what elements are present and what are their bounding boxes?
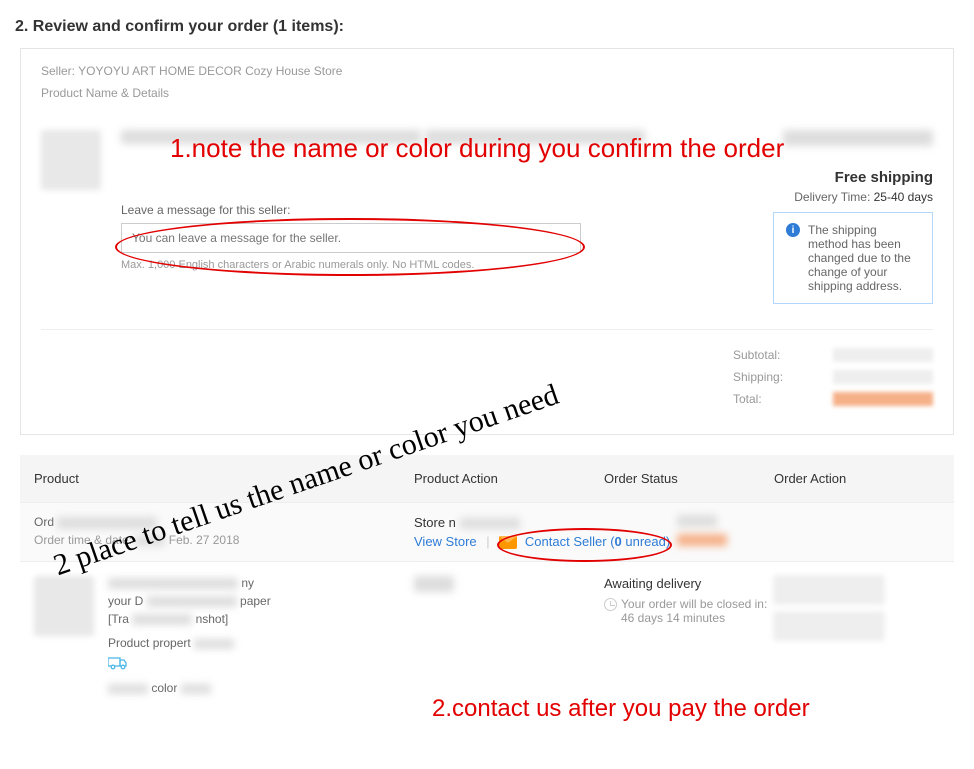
header-order-action: Order Action — [774, 471, 940, 486]
blurred-text — [181, 684, 211, 694]
delivery-time: Delivery Time: 25-40 days — [743, 190, 933, 204]
blurred-text — [108, 684, 148, 694]
text-fragment: paper — [240, 594, 271, 608]
page-title: 2. Review and confirm your order (1 item… — [0, 0, 974, 48]
action-button-blurred[interactable] — [774, 576, 884, 604]
clock-icon — [604, 598, 617, 611]
order-action-cell — [774, 576, 940, 648]
store-prefix: Store n — [414, 515, 456, 530]
subtotal-row: Subtotal: — [41, 348, 933, 362]
order-item-row: ny your D paper [Tra nshot] Product prop… — [20, 561, 954, 719]
info-icon: i — [786, 223, 800, 237]
blurred-text — [121, 130, 421, 144]
order-list: Product Product Action Order Status Orde… — [20, 455, 954, 719]
view-store-link[interactable]: View Store — [414, 534, 477, 549]
product-line1b: your D paper — [108, 594, 271, 608]
shipping-value-blurred — [833, 370, 933, 384]
seller-line: Seller: YOYOYU ART HOME DECOR Cozy House… — [41, 64, 933, 78]
message-section: Leave a message for this seller: Max. 1,… — [121, 203, 581, 271]
shipping-info-box: i The shipping method has been changed d… — [773, 212, 933, 304]
action-button-blurred[interactable] — [774, 612, 884, 640]
subtotal-label: Subtotal: — [733, 348, 793, 362]
blurred-price — [677, 534, 727, 546]
unread-close: unread) — [622, 534, 670, 549]
seller-name: YOYOYU ART HOME DECOR Cozy House Store — [78, 64, 342, 78]
product-action-cell — [414, 576, 604, 595]
order-status-cell: Awaiting delivery Your order will be clo… — [604, 576, 774, 625]
product-properties: Product propert — [108, 636, 271, 650]
shipping-info-text: The shipping method has been changed due… — [808, 223, 920, 293]
product-thumbnail-small[interactable] — [34, 576, 94, 636]
truck-icon — [108, 654, 271, 675]
delivery-prefix: Delivery Time: — [794, 190, 870, 204]
close-timer-text: Your order will be closed in: 46 days 14… — [621, 597, 774, 625]
blurred-text — [677, 515, 717, 527]
blurred-text — [783, 130, 933, 146]
blurred-text — [460, 518, 520, 529]
product-row: Leave a message for this seller: Max. 1,… — [41, 130, 933, 304]
close-timer: Your order will be closed in: 46 days 14… — [604, 597, 774, 625]
blurred-text — [108, 578, 238, 589]
props-label: Product propert — [108, 636, 191, 650]
unread-count: 0 — [615, 534, 622, 549]
shipping-column: Free shipping Delivery Time: 25-40 days … — [743, 130, 933, 304]
header-product-action: Product Action — [414, 471, 604, 486]
product-name-header: Product Name & Details — [41, 86, 933, 100]
free-shipping-label: Free shipping — [743, 169, 933, 186]
text-fragment: your D — [108, 594, 143, 608]
shipping-row: Shipping: — [41, 370, 933, 384]
total-value-blurred — [833, 392, 933, 406]
blurred-text — [425, 130, 645, 144]
message-hint: Max. 1,000 English characters or Arabic … — [121, 259, 581, 271]
list-header: Product Product Action Order Status Orde… — [20, 455, 954, 502]
awaiting-delivery: Awaiting delivery — [604, 576, 774, 591]
store-line: Store n — [414, 515, 677, 530]
blurred-text — [132, 614, 192, 625]
blurred-text — [194, 639, 234, 649]
shipping-label: Shipping: — [733, 370, 793, 384]
product-info: Leave a message for this seller: Max. 1,… — [121, 130, 723, 271]
color-line: color — [108, 681, 271, 695]
product-cell: ny your D paper [Tra nshot] Product prop… — [34, 576, 414, 699]
product-thumbnail[interactable] — [41, 130, 101, 190]
total-label: Total: — [733, 392, 793, 406]
ord-prefix: Ord — [34, 515, 54, 529]
color-label: color — [151, 681, 177, 695]
header-order-status: Order Status — [604, 471, 774, 486]
product-details: ny your D paper [Tra nshot] Product prop… — [108, 576, 271, 699]
contact-seller-link[interactable]: Contact Seller (0 unread) — [525, 534, 670, 549]
totals-section: Subtotal: Shipping: Total: — [41, 329, 933, 406]
text-fragment: ny — [241, 576, 254, 590]
message-label: Leave a message for this seller: — [121, 203, 581, 217]
separator: | — [486, 534, 489, 549]
text-fragment: nshot] — [196, 612, 229, 626]
blurred-text — [147, 596, 237, 607]
product-line2: [Tra nshot] — [108, 612, 271, 626]
blurred-text — [414, 576, 454, 592]
order-action-col — [677, 515, 940, 549]
seller-message-input[interactable] — [121, 223, 581, 253]
contact-seller-text: Contact Seller — [525, 534, 607, 549]
product-title-partial: ny — [108, 576, 271, 590]
subtotal-value-blurred — [833, 348, 933, 362]
delivery-value: 25-40 days — [874, 190, 933, 204]
text-fragment: [Tra — [108, 612, 129, 626]
mail-icon — [499, 536, 517, 549]
order-review-box: Seller: YOYOYU ART HOME DECOR Cozy House… — [20, 48, 954, 435]
store-actions: Store n View Store | Contact Seller (0 u… — [414, 515, 677, 549]
store-links: View Store | Contact Seller (0 unread) — [414, 534, 677, 549]
seller-label: Seller: — [41, 64, 75, 78]
